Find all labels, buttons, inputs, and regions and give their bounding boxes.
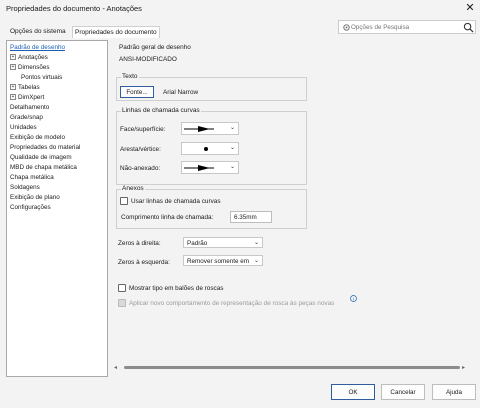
- ok-button[interactable]: OK: [331, 384, 375, 400]
- tree-item-sheet-metal-mbd[interactable]: MBD de chapa metálica: [10, 164, 77, 171]
- apply-new-thread-label: Aplicar novo comportamento de representa…: [129, 300, 335, 307]
- tree-item-weldments[interactable]: Soldagens: [10, 184, 40, 191]
- show-thread-type-label: Mostrar tipo em balões de roscas: [129, 285, 224, 292]
- dot-style-icon: [204, 147, 208, 151]
- show-thread-type-checkbox[interactable]: [118, 284, 126, 292]
- help-button[interactable]: Ajuda: [432, 384, 476, 400]
- face-surface-label: Face/superfície:: [120, 126, 166, 133]
- use-bent-leaders-checkbox[interactable]: [120, 197, 128, 205]
- gear-search-icon: [343, 24, 350, 31]
- tree-item-dimxpert[interactable]: + DimXpert: [10, 94, 44, 101]
- search-box[interactable]: [338, 20, 476, 34]
- tree-item-image-quality[interactable]: Qualidade de imagem: [10, 154, 72, 161]
- overall-standard-label: Padrão geral de desenho: [119, 44, 191, 51]
- chevron-down-icon: ⌄: [229, 145, 235, 151]
- svg-text:i: i: [353, 296, 354, 301]
- tree-item-tables[interactable]: + Tabelas: [10, 84, 40, 91]
- tree-item-grid-snap[interactable]: Grade/snap: [10, 114, 43, 121]
- tree-item-annotations[interactable]: + Anotações: [10, 54, 48, 61]
- expand-icon[interactable]: +: [10, 84, 16, 91]
- expand-icon[interactable]: +: [10, 64, 16, 71]
- leading-zeros-label: Zeros à esquerda:: [118, 259, 170, 266]
- face-surface-arrow-select[interactable]: ⌄: [181, 122, 239, 135]
- bent-leaders-group-title: Linhas de chamada curvas: [121, 107, 201, 114]
- tree-item-plane-display[interactable]: Exibição de plano: [10, 194, 60, 201]
- apply-new-thread-checkbox[interactable]: [118, 299, 126, 307]
- use-bent-leaders-label: Usar linhas de chamada curvas: [131, 198, 221, 205]
- trailing-zeros-select[interactable]: Padrão ⌄: [183, 237, 263, 248]
- scroll-right-icon[interactable]: ▸: [462, 364, 465, 371]
- cancel-button[interactable]: Cancelar: [381, 384, 425, 400]
- edge-vertex-label: Aresta/vértice:: [120, 146, 161, 153]
- attachments-group: Anexos: [116, 185, 307, 229]
- chevron-down-icon: ⌄: [229, 125, 235, 131]
- search-icon[interactable]: [463, 22, 474, 33]
- edge-vertex-arrow-select[interactable]: ⌄: [181, 142, 239, 155]
- tree-item-configurations[interactable]: Configurações: [10, 204, 51, 211]
- chevron-down-icon: ⌄: [253, 258, 259, 264]
- chevron-down-icon: ⌄: [253, 240, 259, 246]
- tree-item-sheet-metal[interactable]: Chapa metálica: [10, 174, 54, 181]
- chevron-down-icon: ⌄: [229, 164, 235, 170]
- tree-item-units[interactable]: Unidades: [10, 124, 37, 131]
- info-icon[interactable]: i: [350, 295, 357, 302]
- arrow-style-icon: [184, 126, 214, 132]
- tree-item-model-display[interactable]: Exibição de modelo: [10, 134, 65, 141]
- tab-document-properties[interactable]: Propriedades do documento: [72, 26, 160, 38]
- options-panel: Padrão geral de desenho ANSI-MODIFICADO …: [110, 40, 470, 377]
- tree-item-drawing-standard[interactable]: Padrão de desenho: [10, 44, 65, 51]
- options-tree: Padrão de desenho + Anotações + Dimensões …: [6, 40, 108, 377]
- unattached-arrow-select[interactable]: ⌄: [181, 161, 239, 174]
- attachments-group-title: Anexos: [121, 185, 145, 192]
- tree-item-virtual-sharps[interactable]: Pontos virtuais: [21, 74, 62, 81]
- text-group-title: Texto: [121, 73, 139, 80]
- overall-standard-value: ANSI-MODIFICADO: [119, 56, 177, 63]
- close-icon[interactable]: ✕: [464, 2, 476, 14]
- horizontal-scrollbar[interactable]: ◂ ▸: [110, 364, 470, 371]
- unattached-label: Não-anexado:: [120, 165, 161, 172]
- font-name: Arial Narrow: [163, 89, 199, 96]
- window-title: Propriedades do documento - Anotações: [6, 4, 142, 13]
- leading-zeros-select[interactable]: Remover somente em ⌄: [183, 255, 263, 266]
- tree-item-material-properties[interactable]: Propriedades do material: [10, 144, 80, 151]
- arrow-style-icon: [184, 165, 214, 171]
- font-button[interactable]: Fonte...: [120, 86, 154, 98]
- leader-length-field[interactable]: 6.35mm: [230, 211, 272, 223]
- tree-item-detailing[interactable]: Detalhamento: [10, 104, 49, 111]
- leader-length-label: Comprimento linha de chamada:: [121, 214, 214, 221]
- trailing-zeros-label: Zeros à direita:: [118, 240, 161, 247]
- tree-item-dimensions[interactable]: + Dimensões: [10, 64, 50, 71]
- expand-icon[interactable]: +: [10, 94, 16, 101]
- expand-icon[interactable]: +: [10, 54, 16, 61]
- scrollbar-thumb[interactable]: [124, 366, 460, 369]
- tab-system-options[interactable]: Opções do sistema: [8, 26, 68, 38]
- search-input[interactable]: [351, 22, 459, 32]
- scroll-left-icon[interactable]: ◂: [114, 364, 117, 371]
